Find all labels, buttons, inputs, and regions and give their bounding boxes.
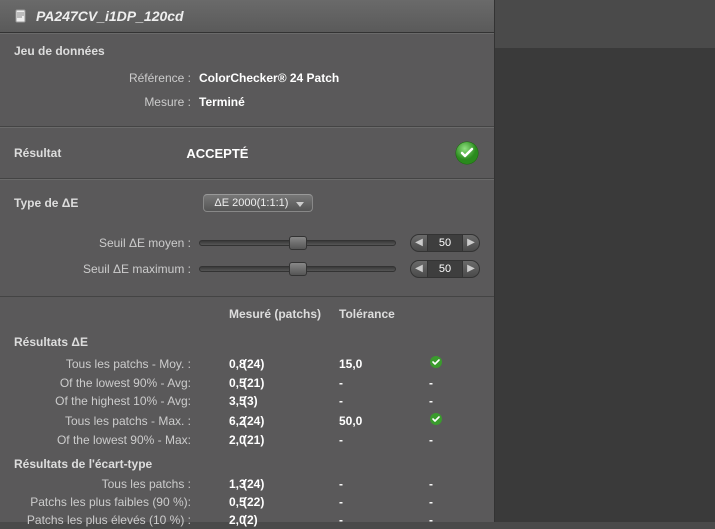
row-status bbox=[429, 355, 480, 372]
row-measured: 6,2 bbox=[199, 414, 235, 428]
row-tolerance: 15,0 bbox=[339, 357, 429, 371]
std-results-title: Résultats de l'écart-type bbox=[0, 449, 494, 475]
data-row: Tous les patchs :1,3(24)-- bbox=[0, 475, 494, 493]
row-status: - bbox=[429, 495, 480, 509]
ok-dash: - bbox=[429, 495, 433, 509]
col-tolerance: Tolérance bbox=[339, 307, 429, 321]
avg-threshold-slider[interactable] bbox=[199, 240, 396, 246]
ok-icon bbox=[429, 355, 443, 369]
deltae-section: Type de ΔE ΔE 2000(1:1:1) Seuil ΔE moyen… bbox=[0, 179, 494, 297]
reference-value: ColorChecker® 24 Patch bbox=[199, 71, 339, 85]
result-label: Résultat bbox=[14, 146, 61, 160]
data-row: Of the lowest 90% - Max:2,0(21)-- bbox=[0, 431, 494, 449]
document-icon bbox=[14, 9, 28, 23]
ok-dash: - bbox=[429, 513, 433, 527]
slider-thumb[interactable] bbox=[289, 236, 307, 250]
row-status bbox=[429, 412, 480, 429]
data-row: Tous les patchs - Moy. :0,8(24)15,0 bbox=[0, 353, 494, 374]
stepper-increase[interactable]: ▶ bbox=[463, 235, 479, 251]
row-tolerance: - bbox=[339, 376, 429, 390]
measure-label: Mesure : bbox=[14, 95, 199, 109]
row-measured: 0,8 bbox=[199, 357, 235, 371]
row-tolerance: - bbox=[339, 477, 429, 491]
main-panel: PA247CV_i1DP_120cd Jeu de données Référe… bbox=[0, 0, 495, 522]
ok-dash: - bbox=[429, 433, 433, 447]
stepper-decrease[interactable]: ◀ bbox=[411, 235, 427, 251]
row-patches: (24) bbox=[235, 414, 339, 428]
row-measured: 1,3 bbox=[199, 477, 235, 491]
data-row: Patchs les plus faibles (90 %):0,5(22)-- bbox=[0, 493, 494, 511]
row-status: - bbox=[429, 394, 480, 408]
max-threshold-slider[interactable] bbox=[199, 266, 396, 272]
data-row: Of the lowest 90% - Avg:0,5(21)-- bbox=[0, 374, 494, 392]
result-section: Résultat ACCEPTÉ bbox=[0, 127, 494, 179]
row-label: Of the lowest 90% - Max: bbox=[14, 433, 199, 447]
row-patches: (21) bbox=[235, 376, 339, 390]
row-label: Patchs les plus élevés (10 %) : bbox=[14, 513, 199, 527]
data-row: Tous les patchs - Max. :6,2(24)50,0 bbox=[0, 410, 494, 431]
row-measured: 0,5 bbox=[199, 376, 235, 390]
row-tolerance: - bbox=[339, 513, 429, 527]
row-patches: (24) bbox=[235, 477, 339, 491]
de-results-title: Résultats ΔE bbox=[0, 327, 494, 353]
row-label: Tous les patchs - Moy. : bbox=[14, 357, 199, 371]
row-tolerance: - bbox=[339, 495, 429, 509]
deltae-type-value: ΔE 2000(1:1:1) bbox=[214, 197, 288, 209]
row-status: - bbox=[429, 477, 480, 491]
measure-value: Terminé bbox=[199, 95, 245, 109]
result-value: ACCEPTÉ bbox=[186, 146, 248, 161]
deltae-type-dropdown[interactable]: ΔE 2000(1:1:1) bbox=[203, 194, 313, 212]
row-label: Tous les patchs : bbox=[14, 477, 199, 491]
deltae-type-label: Type de ΔE bbox=[14, 196, 78, 210]
row-tolerance: - bbox=[339, 433, 429, 447]
header: PA247CV_i1DP_120cd bbox=[0, 0, 494, 33]
col-measured: Mesuré (patchs) bbox=[199, 307, 339, 321]
columns-header: Mesuré (patchs) Tolérance bbox=[0, 297, 494, 327]
dataset-title: Jeu de données bbox=[14, 44, 480, 58]
row-label: Patchs les plus faibles (90 %): bbox=[14, 495, 199, 509]
avg-threshold-label: Seuil ΔE moyen : bbox=[14, 236, 199, 250]
row-label: Of the lowest 90% - Avg: bbox=[14, 376, 199, 390]
row-tolerance: - bbox=[339, 394, 429, 408]
row-label: Of the highest 10% - Avg: bbox=[14, 394, 199, 408]
ok-dash: - bbox=[429, 477, 433, 491]
measure-row: Mesure : Terminé bbox=[14, 92, 480, 112]
page-title: PA247CV_i1DP_120cd bbox=[36, 8, 184, 24]
preview-panel bbox=[495, 48, 715, 522]
row-measured: 2,0 bbox=[199, 513, 235, 527]
max-threshold-stepper: ◀ 50 ▶ bbox=[410, 260, 480, 278]
row-status: - bbox=[429, 433, 480, 447]
ok-dash: - bbox=[429, 394, 433, 408]
data-row: Of the highest 10% - Avg:3,5(3)-- bbox=[0, 392, 494, 410]
row-patches: (3) bbox=[235, 394, 339, 408]
avg-threshold-value[interactable]: 50 bbox=[427, 235, 463, 251]
reference-row: Référence : ColorChecker® 24 Patch bbox=[14, 68, 480, 88]
dataset-section: Jeu de données Référence : ColorChecker®… bbox=[0, 33, 494, 127]
row-patches: (2) bbox=[235, 513, 339, 527]
max-threshold-value[interactable]: 50 bbox=[427, 261, 463, 277]
ok-icon bbox=[429, 412, 443, 426]
stepper-decrease[interactable]: ◀ bbox=[411, 261, 427, 277]
row-measured: 3,5 bbox=[199, 394, 235, 408]
row-patches: (24) bbox=[235, 357, 339, 371]
row-measured: 0,5 bbox=[199, 495, 235, 509]
row-status: - bbox=[429, 376, 480, 390]
row-tolerance: 50,0 bbox=[339, 414, 429, 428]
max-threshold-row: Seuil ΔE maximum : ◀ 50 ▶ bbox=[14, 260, 480, 278]
row-patches: (22) bbox=[235, 495, 339, 509]
ok-dash: - bbox=[429, 376, 433, 390]
row-status: - bbox=[429, 513, 480, 527]
reference-label: Référence : bbox=[14, 71, 199, 85]
row-measured: 2,0 bbox=[199, 433, 235, 447]
check-icon bbox=[454, 140, 480, 166]
stepper-increase[interactable]: ▶ bbox=[463, 261, 479, 277]
data-row: Patchs les plus élevés (10 %) :2,0(2)-- bbox=[0, 511, 494, 529]
max-threshold-label: Seuil ΔE maximum : bbox=[14, 262, 199, 276]
avg-threshold-stepper: ◀ 50 ▶ bbox=[410, 234, 480, 252]
row-patches: (21) bbox=[235, 433, 339, 447]
avg-threshold-row: Seuil ΔE moyen : ◀ 50 ▶ bbox=[14, 234, 480, 252]
row-label: Tous les patchs - Max. : bbox=[14, 414, 199, 428]
slider-thumb[interactable] bbox=[289, 262, 307, 276]
